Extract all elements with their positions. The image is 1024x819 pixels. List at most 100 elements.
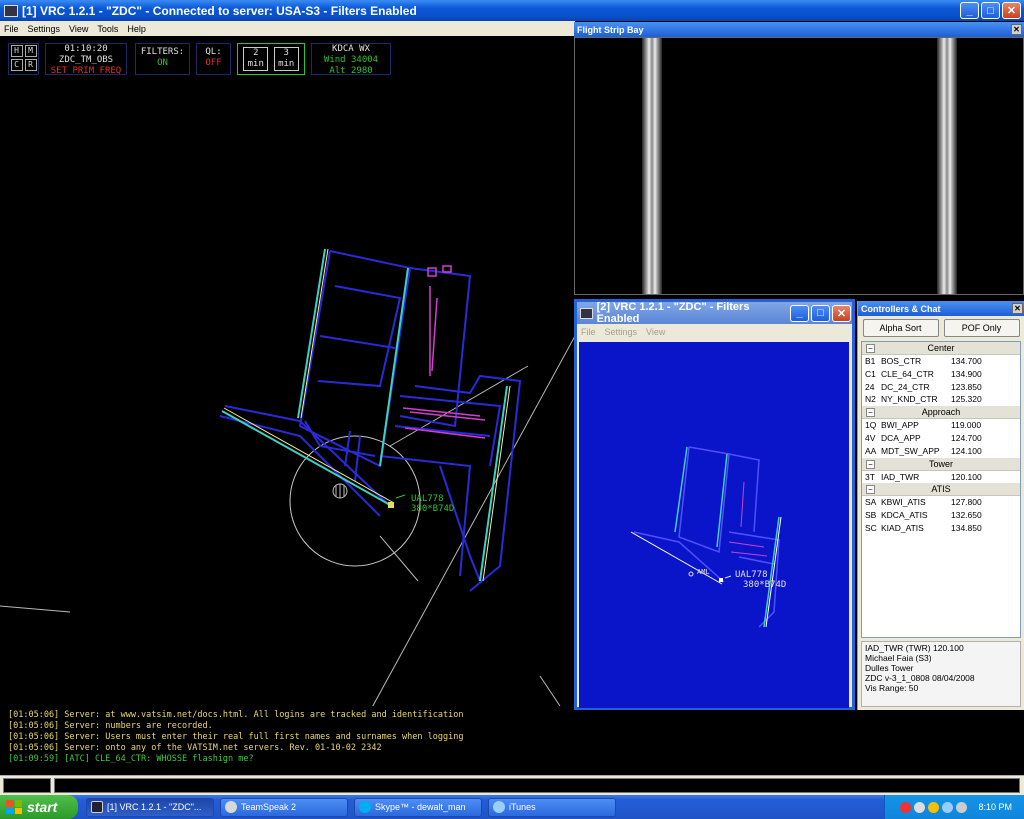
windows-flag-icon	[6, 800, 22, 814]
radar-scope[interactable]: UAL778 380*B74D	[0, 36, 575, 706]
skype-icon	[359, 801, 371, 813]
alpha-sort-button[interactable]: Alpha Sort	[862, 319, 939, 337]
vrc-window-2[interactable]: [2] VRC 1.2.1 - "ZDC" - Filters Enabled …	[574, 299, 855, 710]
window2-aircraft-callsign[interactable]: UAL778	[735, 570, 768, 580]
task-teamspeak-label: TeamSpeak 2	[241, 802, 297, 812]
collapse-icon[interactable]: −	[866, 344, 875, 353]
info-line: Dulles Tower	[865, 663, 914, 673]
controller-row[interactable]: N2 NY_KND_CTR 125.320	[862, 393, 1020, 406]
task-skype-label: Skype™ - dewalt_man	[375, 802, 466, 812]
controllers-close-icon[interactable]: ✕	[1012, 303, 1023, 314]
hud-prim-freq[interactable]: SET PRIM FREQ	[46, 66, 126, 77]
window2-menu-view[interactable]: View	[646, 327, 665, 337]
task-itunes[interactable]: iTunes	[488, 797, 616, 817]
controller-row[interactable]: 24 DC_24_CTR 123.850	[862, 381, 1020, 394]
group-header-atis[interactable]: − ATIS	[862, 483, 1020, 497]
strip-bay-area[interactable]	[574, 37, 1024, 295]
window2-maximize-button[interactable]: □	[811, 304, 830, 322]
tray-alert-icon[interactable]	[900, 801, 912, 813]
chat-log[interactable]: [01:05:06] Server: at www.vatsim.net/doc…	[4, 710, 572, 772]
controller-callsign: KDCA_ATIS	[881, 510, 928, 521]
controllers-list[interactable]: − Center B1 BOS_CTR 134.700 C1 CLE_64_CTR 134.9…	[861, 341, 1021, 638]
key-r[interactable]: R	[24, 59, 37, 71]
timer-2-value: 2	[253, 48, 259, 58]
tray-volume-icon[interactable]	[942, 801, 954, 813]
controllers-title-bar[interactable]: Controllers & Chat ✕	[858, 301, 1024, 316]
strip-bay-close-icon[interactable]: ✕	[1011, 24, 1022, 35]
controller-row[interactable]: B1 BOS_CTR 134.700	[862, 355, 1020, 368]
menu-tools[interactable]: Tools	[97, 24, 118, 34]
teamspeak-icon	[225, 801, 237, 813]
task-vrc-label: [1] VRC 1.2.1 - "ZDC"...	[107, 802, 202, 812]
window2-fix-label: AML	[697, 568, 710, 576]
controller-frequency: 124.100	[951, 445, 982, 456]
key-h[interactable]: H	[10, 45, 23, 57]
strip-bay-title: Flight Strip Bay	[577, 24, 644, 35]
controller-callsign: NY_KND_CTR	[881, 394, 938, 405]
controller-row[interactable]: C1 CLE_64_CTR 134.900	[862, 368, 1020, 381]
window2-fix-marker	[688, 571, 694, 577]
minimize-button[interactable]: _	[960, 2, 979, 19]
app-icon	[4, 4, 18, 17]
task-teamspeak[interactable]: TeamSpeak 2	[220, 797, 348, 817]
controller-frequency: 120.100	[951, 471, 982, 482]
collapse-icon[interactable]: −	[866, 408, 875, 418]
close-button[interactable]: ✕	[1002, 2, 1021, 19]
window2-menu-file[interactable]: File	[581, 327, 596, 337]
tray-clock[interactable]: 8:10 PM	[978, 802, 1012, 812]
hud-filters-box[interactable]: FILTERS: ON	[135, 43, 190, 75]
controller-row[interactable]: AA MDT_SW_APP 124.100	[862, 445, 1020, 458]
tray-network-icon[interactable]	[914, 801, 926, 813]
group-label: Center	[927, 343, 955, 353]
controllers-buttons: Alpha Sort POF Only	[858, 316, 1024, 340]
taskbar: start [1] VRC 1.2.1 - "ZDC"... TeamSpeak…	[0, 795, 1024, 819]
window2-title-bar[interactable]: [2] VRC 1.2.1 - "ZDC" - Filters Enabled …	[577, 301, 852, 325]
hud-ql-box[interactable]: QL: OFF	[196, 43, 231, 75]
controller-row[interactable]: 3T IAD_TWR 120.100	[862, 471, 1020, 484]
key-c[interactable]: C	[10, 59, 23, 71]
window2-aircraft-datablock[interactable]: 380*B74D	[743, 580, 786, 590]
controller-row[interactable]: SC KIAD_ATIS 134.850	[862, 522, 1020, 535]
group-header-tower[interactable]: − Tower	[862, 457, 1020, 471]
timer-3min[interactable]: 3 min	[273, 47, 299, 71]
key-m[interactable]: M	[24, 45, 37, 57]
collapse-icon[interactable]: −	[866, 459, 875, 469]
controller-callsign: DC_24_CTR	[881, 381, 930, 392]
command-input[interactable]	[54, 778, 1020, 793]
menu-file[interactable]: File	[4, 24, 19, 34]
tray-app-icon[interactable]	[956, 801, 968, 813]
task-skype[interactable]: Skype™ - dewalt_man	[354, 797, 482, 817]
controller-frequency: 127.800	[951, 497, 982, 508]
group-header-approach[interactable]: − Approach	[862, 406, 1020, 420]
hud-clock: 01:10:20	[64, 44, 108, 54]
collapse-icon[interactable]: −	[866, 485, 875, 495]
group-header-center[interactable]: − Center	[862, 342, 1020, 355]
menu-settings[interactable]: Settings	[28, 24, 61, 34]
window2-minimize-button[interactable]: _	[790, 304, 809, 322]
maximize-button[interactable]: □	[981, 2, 1000, 19]
menu-help[interactable]: Help	[127, 24, 146, 34]
timer-2min[interactable]: 2 min	[243, 47, 269, 71]
controller-frequency: 134.900	[951, 368, 982, 379]
window2-close-button[interactable]: ✕	[832, 304, 851, 322]
tray-shield-icon[interactable]	[928, 801, 940, 813]
controller-row[interactable]: 4V DCA_APP 124.700	[862, 432, 1020, 445]
pof-only-button[interactable]: POF Only	[943, 319, 1020, 337]
frequency-box[interactable]	[3, 778, 51, 793]
controller-row[interactable]: SA KBWI_ATIS 127.800	[862, 496, 1020, 509]
command-bar	[0, 775, 1024, 795]
task-itunes-label: iTunes	[509, 802, 536, 812]
controller-row[interactable]: 1Q BWI_APP 119.000	[862, 419, 1020, 432]
window2-radar-scope[interactable]: AML UAL778 380*B74D	[579, 342, 849, 708]
window2-menu-settings[interactable]: Settings	[605, 327, 638, 337]
start-button[interactable]: start	[0, 795, 78, 819]
task-vrc[interactable]: [1] VRC 1.2.1 - "ZDC"...	[86, 797, 214, 817]
main-title-bar[interactable]: [1] VRC 1.2.1 - "ZDC" - Connected to ser…	[0, 0, 1024, 21]
strip-bay-title-bar[interactable]: Flight Strip Bay ✕	[574, 22, 1024, 37]
strip-bay-bar-right	[937, 38, 957, 294]
aircraft-callsign[interactable]: UAL778	[411, 494, 444, 504]
aircraft-datablock[interactable]: 380*B74D	[411, 504, 454, 514]
menu-view[interactable]: View	[69, 24, 88, 34]
controller-row[interactable]: SB KDCA_ATIS 132.650	[862, 509, 1020, 522]
hud-wx-box[interactable]: KDCA WX Wind 34004 Alt 2980	[311, 43, 391, 76]
